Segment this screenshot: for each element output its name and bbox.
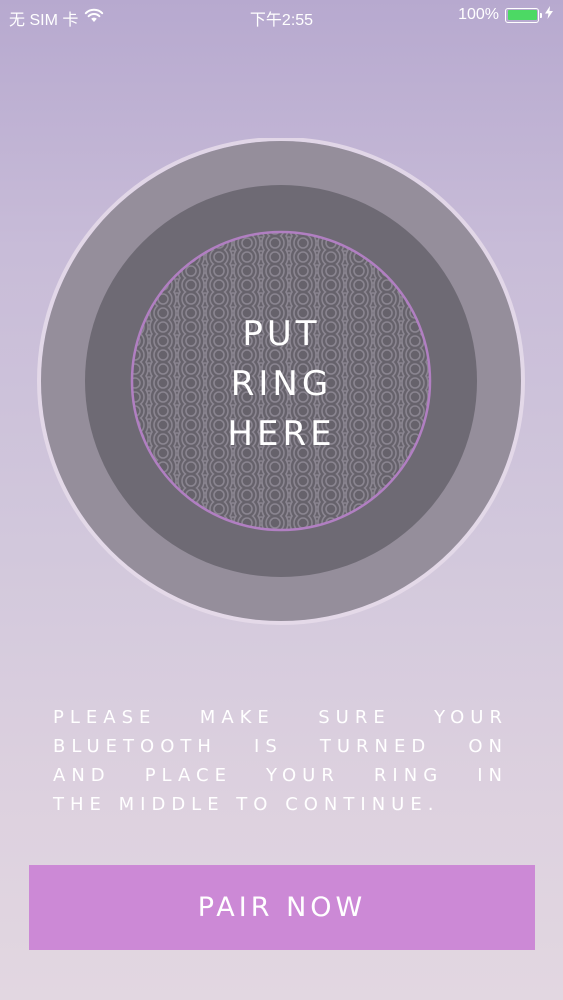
pad-label-line: RING xyxy=(230,364,333,404)
instruction-line: BLUETOOTH IS TURNED ON xyxy=(53,736,508,757)
instruction-line: THE MIDDLE TO CONTINUE. xyxy=(53,794,440,815)
status-right: 100% xyxy=(458,6,553,24)
status-bar: 无 SIM 卡 下午2:55 100% xyxy=(0,0,563,32)
battery-fill xyxy=(507,10,537,20)
instructions-text: PLEASE MAKE SURE YOUR BLUETOOTH IS TURNE… xyxy=(53,703,508,819)
lightning-bolt-icon xyxy=(545,6,553,24)
instruction-line: PLEASE MAKE SURE YOUR xyxy=(53,707,508,728)
pad-label-line: PUT xyxy=(242,314,321,354)
battery-icon xyxy=(505,7,542,23)
instruction-line: AND PLACE YOUR RING IN xyxy=(53,765,508,786)
pair-now-button[interactable]: PAIR NOW xyxy=(29,865,535,950)
battery-nub xyxy=(540,12,542,18)
pad-label-line: HERE xyxy=(227,414,336,454)
put-ring-here-label: PUT RING HERE xyxy=(0,309,563,459)
battery-percent: 100% xyxy=(458,6,499,23)
